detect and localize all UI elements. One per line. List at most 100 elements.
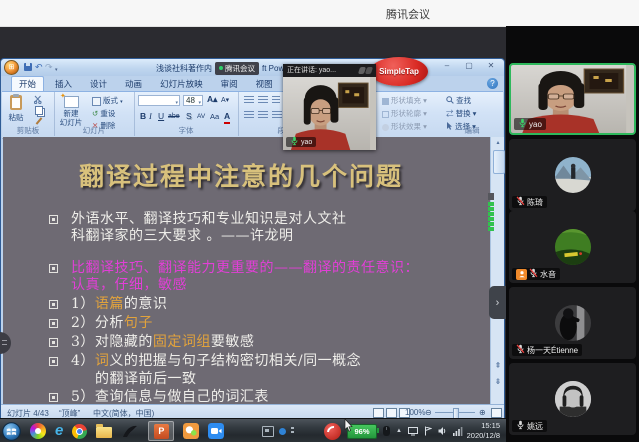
- participant-tile[interactable]: yao: [509, 63, 636, 135]
- slide-bullet-line: 3）对隐藏的固定词组要敏感: [49, 334, 254, 350]
- file-explorer-taskbar-icon[interactable]: [96, 424, 112, 438]
- font-size-combobox[interactable]: 48▾: [183, 95, 203, 106]
- speaker-video-window[interactable]: 正在讲话: yao... yao: [283, 64, 376, 150]
- participant-tile[interactable]: 陈琦: [509, 139, 636, 211]
- ribbon-tab[interactable]: 动画: [118, 77, 149, 91]
- character-spacing-button[interactable]: AV: [197, 111, 205, 122]
- hidden-icons-button[interactable]: ▲: [396, 428, 402, 434]
- align-right-icon[interactable]: [272, 111, 282, 119]
- powerpoint-taskbar-icon[interactable]: P: [148, 421, 174, 441]
- participant-tile[interactable]: 姚远: [509, 363, 636, 435]
- layout-button[interactable]: 版式 ▾: [92, 96, 123, 107]
- zoom-out-button[interactable]: ⊖: [425, 408, 432, 417]
- strikethrough-button[interactable]: abe: [168, 111, 180, 122]
- ribbon-tab[interactable]: 幻灯片放映: [153, 77, 210, 91]
- tray-flag-icon[interactable]: [424, 426, 432, 436]
- grow-font-button[interactable]: A▴: [207, 94, 217, 105]
- powerpoint-title-bar[interactable]: ⊞ ↶ ↷ ▾ 浅谈社科著作内 腾讯会议 ft PowerPoint – ▢ ✕: [1, 59, 504, 76]
- office-button[interactable]: ⊞: [4, 60, 19, 75]
- zoom-slider[interactable]: [435, 412, 475, 413]
- slide-bullet-line: 科翻译家的三大要求 。——许龙明: [49, 228, 293, 244]
- slide-title: 翻译过程中注意的几个问题: [79, 157, 403, 193]
- find-button[interactable]: 查找: [446, 96, 471, 105]
- underline-button[interactable]: U: [158, 111, 164, 122]
- meeting-top-bar: 腾讯会议: [0, 0, 639, 27]
- media-player-taskbar-icon[interactable]: [121, 423, 139, 439]
- ribbon-tab[interactable]: 开始: [11, 76, 44, 91]
- ribbon-tabs: 开始插入设计动画幻灯片放映审阅视图Acrobat: [11, 76, 327, 91]
- vertical-scrollbar[interactable]: ▴ ⇞ ⇟: [490, 137, 504, 404]
- redo-icon[interactable]: ↷: [45, 61, 53, 73]
- wechat-taskbar-icon[interactable]: [183, 423, 199, 439]
- tray-misc-icon[interactable]: [291, 427, 294, 435]
- save-icon[interactable]: [24, 63, 32, 71]
- undo-icon[interactable]: ↶: [35, 61, 43, 73]
- clipboard-group: 粘贴 剪贴板: [2, 92, 55, 136]
- shape-fill-button[interactable]: 形状填充 ▾: [382, 96, 427, 105]
- editing-group: 查找 ⇄ 替换 ▾ 选择 ▾ 编辑: [442, 92, 502, 136]
- tencent-meeting-taskbar-icon[interactable]: [208, 423, 224, 439]
- previous-slide-button[interactable]: ⇞: [492, 361, 504, 371]
- fit-to-window-button[interactable]: [491, 408, 502, 418]
- slide-canvas: 翻译过程中注意的几个问题 外语水平、翻译技巧和专业知识是对人文社科翻译家的三大要…: [3, 137, 490, 404]
- shape-effects-button[interactable]: 形状效果 ▾: [382, 122, 427, 131]
- zoom-level[interactable]: 100%: [405, 408, 425, 417]
- new-slide-button[interactable]: 新建 幻灯片: [54, 109, 88, 127]
- cut-icon[interactable]: [34, 95, 43, 104]
- decrease-indent-icon[interactable]: [272, 96, 280, 104]
- tray-display-icon[interactable]: [408, 426, 418, 436]
- bold-button[interactable]: B: [140, 111, 146, 122]
- maximize-button[interactable]: ▢: [462, 61, 476, 70]
- paste-icon[interactable]: [10, 95, 22, 110]
- shrink-font-button[interactable]: A▾: [221, 95, 229, 106]
- paste-button[interactable]: 粘贴: [4, 113, 28, 122]
- align-left-icon[interactable]: [244, 111, 254, 119]
- next-slide-button[interactable]: ⇟: [492, 377, 504, 387]
- taskbar-clock[interactable]: 15:15 2020/12/8: [448, 421, 500, 441]
- windows-start-taskbar-icon[interactable]: [2, 422, 21, 441]
- shape-outline-button[interactable]: 形状轮廓 ▾: [382, 109, 427, 118]
- help-button[interactable]: ?: [487, 78, 498, 89]
- tray-qq-icon[interactable]: [279, 428, 286, 435]
- tray-volume-icon[interactable]: [438, 426, 447, 436]
- simpletap-button[interactable]: SimpleTap: [370, 57, 428, 86]
- zoom-in-button[interactable]: ⊕: [479, 408, 486, 417]
- scrollbar-thumb[interactable]: [493, 150, 505, 174]
- ribbon-tab[interactable]: 插入: [48, 77, 79, 91]
- participant-tile[interactable]: 杨一天Étienne: [509, 287, 636, 359]
- new-slide-icon[interactable]: [64, 96, 79, 108]
- scroll-up-icon[interactable]: ▴: [492, 138, 504, 148]
- qat-dropdown-icon[interactable]: ▾: [55, 64, 58, 76]
- sidebar-collapse-button[interactable]: ›: [489, 286, 506, 319]
- replace-button[interactable]: ⇄ 替换 ▾: [446, 109, 476, 118]
- format-painter-icon[interactable]: [36, 117, 43, 124]
- italic-button[interactable]: I: [149, 111, 152, 122]
- internet-explorer-taskbar-icon[interactable]: e: [55, 423, 63, 439]
- tray-ime-icon[interactable]: [262, 426, 274, 437]
- change-case-button[interactable]: Aa: [210, 111, 219, 122]
- align-center-icon[interactable]: [258, 111, 268, 119]
- font-color-button[interactable]: A: [224, 111, 230, 124]
- font-name-combobox[interactable]: ▾: [138, 95, 180, 106]
- ribbon-tab[interactable]: 设计: [83, 77, 114, 91]
- text-shadow-button[interactable]: S: [186, 111, 192, 122]
- close-button[interactable]: ✕: [484, 61, 498, 70]
- new-slide-star-icon: ✦: [60, 93, 66, 100]
- clipboard-group-label: 剪贴板: [2, 127, 54, 135]
- chrome-taskbar-icon[interactable]: [72, 424, 87, 439]
- find-icon: [446, 96, 454, 104]
- reset-button[interactable]: ↺ 重设: [92, 109, 115, 118]
- tray-security-icon[interactable]: [324, 423, 341, 440]
- speaking-label: 正在讲话: yao...: [287, 67, 336, 74]
- ribbon-tab[interactable]: 视图: [249, 77, 280, 91]
- mic-muted-icon: [529, 268, 538, 280]
- tray-mouse-icon[interactable]: [383, 426, 390, 436]
- font-group-label: 字体: [134, 127, 238, 135]
- ribbon-tab[interactable]: 审阅: [214, 77, 245, 91]
- minimize-button[interactable]: –: [440, 61, 454, 70]
- participant-tile[interactable]: 水音: [509, 211, 636, 283]
- numbering-icon[interactable]: [258, 96, 268, 104]
- sogou-browser-taskbar-icon[interactable]: [30, 423, 46, 439]
- copy-icon[interactable]: [35, 106, 43, 115]
- bullets-icon[interactable]: [244, 96, 254, 104]
